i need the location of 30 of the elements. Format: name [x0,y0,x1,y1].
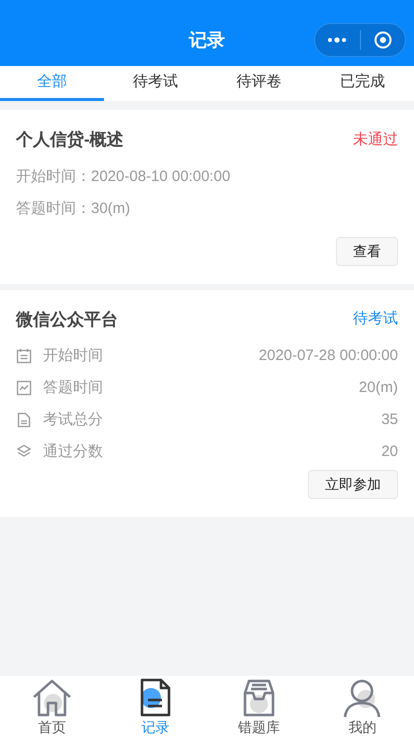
action-button[interactable]: 查看 [336,236,398,266]
close-icon[interactable] [374,31,392,49]
field-label: 通过分数 [43,442,104,462]
more-icon[interactable] [327,37,348,43]
tab[interactable]: 待评卷 [207,66,310,101]
nav-item[interactable]: 错题库 [207,676,310,736]
record-title: 微信公众平台 [16,308,118,330]
calendar-icon [16,348,32,364]
nav-item[interactable]: 首页 [0,676,104,736]
status-label: 待考试 [353,309,398,329]
capsule-menu[interactable] [314,23,406,57]
record-detail: 答题时间：30(m) [16,198,132,218]
field-label: 答题时间 [43,378,104,398]
field-value: 20(m) [358,378,398,398]
field-value: 20 [381,442,398,462]
record-title: 个人信贷-概述 [16,129,124,151]
field-value: 2020-07-28 00:00:00 [258,346,398,366]
field-label: 考试总分 [43,410,104,430]
chart-icon [16,380,32,396]
document-icon [16,412,32,428]
nav-item[interactable]: 我的 [310,676,414,736]
field-label: 开始时间 [43,346,104,366]
tab[interactable]: 已完成 [310,66,414,101]
field-value: 35 [381,410,398,430]
status-label: 未通过 [353,130,398,150]
action-button[interactable]: 立即参加 [308,470,398,499]
page-title: 记录 [189,28,225,52]
tab[interactable]: 待考试 [104,66,207,101]
record-detail: 开始时间：2020-08-10 00:00:00 [16,166,232,186]
home-icon [30,677,73,719]
